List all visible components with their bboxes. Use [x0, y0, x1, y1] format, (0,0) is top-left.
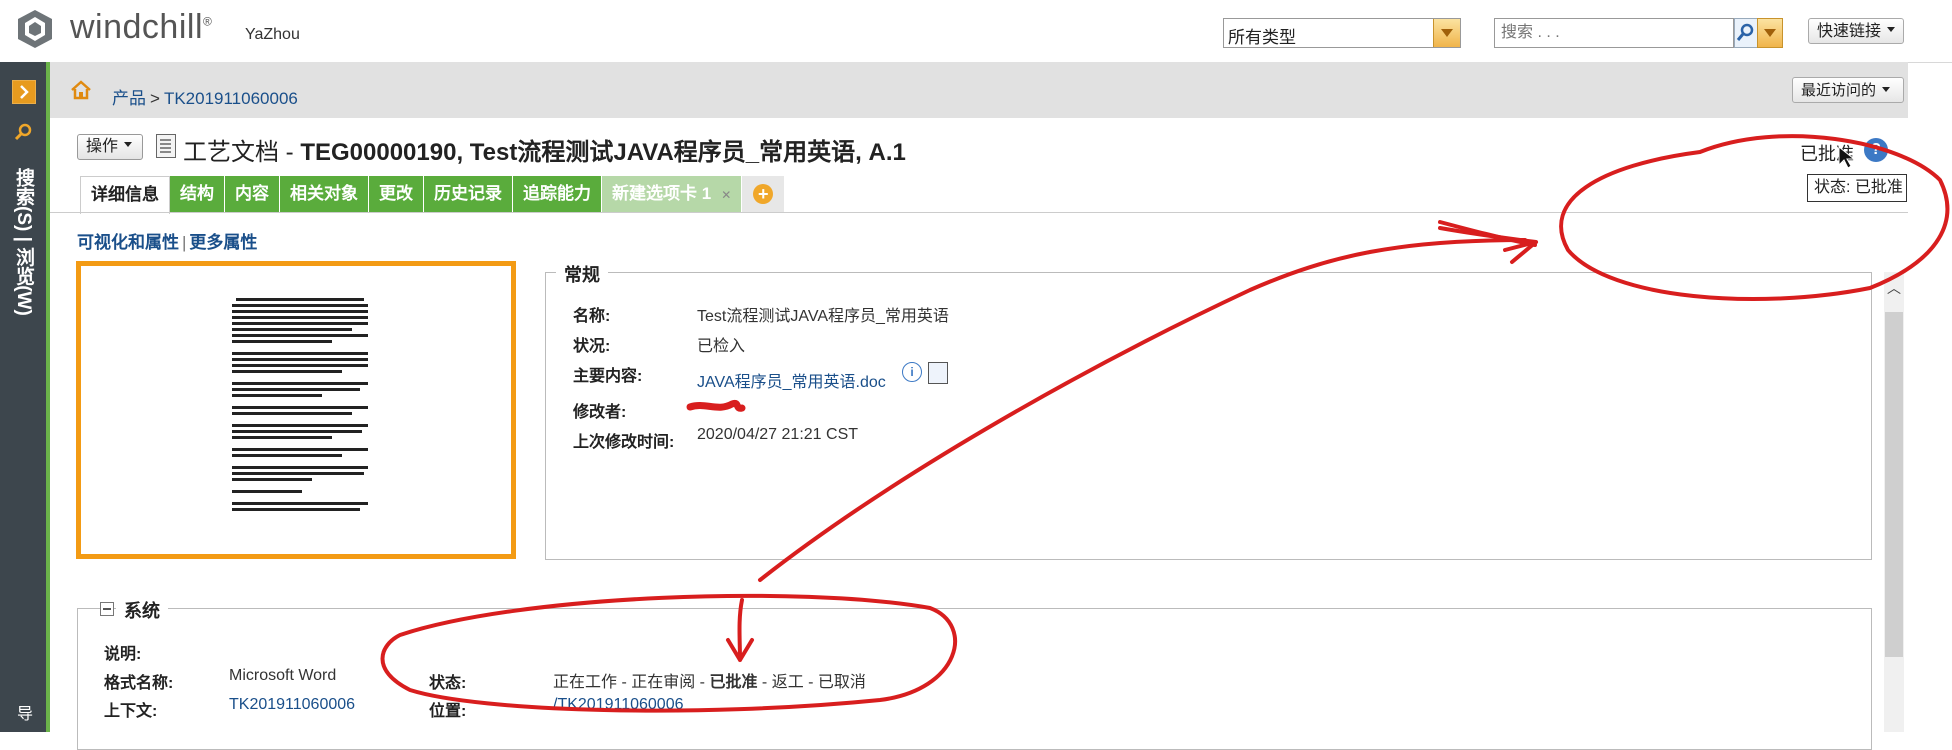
product-logo-text: windchill®	[70, 8, 213, 46]
search-type-select[interactable]: 所有类型	[1223, 18, 1461, 48]
help-icon[interactable]: ?	[1864, 138, 1888, 162]
navigator-bottom-label[interactable]: 导	[10, 705, 34, 721]
search-type-value: 所有类型	[1228, 28, 1296, 47]
description-label: 说明:	[104, 646, 142, 663]
more-attributes-link[interactable]: 更多属性	[189, 233, 257, 252]
add-tab-button[interactable]: +	[742, 176, 786, 212]
breadcrumb-context-link[interactable]: TK201911060006	[164, 89, 298, 108]
location-link[interactable]: /TK201911060006	[553, 696, 683, 714]
state-value: 已检入	[697, 338, 746, 355]
home-icon[interactable]	[70, 79, 92, 101]
tab-divider	[50, 212, 1908, 213]
navigator-tabs-label[interactable]: 搜索(S) | 浏览(W)	[6, 168, 40, 338]
actions-menu-button[interactable]: 操作	[77, 134, 143, 160]
tab-structure[interactable]: 结构	[170, 176, 225, 212]
context-link[interactable]: TK201911060006	[229, 696, 355, 714]
page-title: 工艺文档 - TEG00000190, Test流程测试JAVA程序员_常用英语…	[183, 139, 906, 166]
file-download-icon[interactable]	[928, 362, 948, 384]
tab-new-tab-1[interactable]: 新建选项卡 1 ✕	[602, 176, 743, 213]
search-button[interactable]	[1734, 18, 1758, 48]
context-label: 上下文:	[104, 703, 158, 720]
breadcrumb: 产品 > TK201911060006	[112, 84, 298, 109]
scroll-up-icon[interactable]: ︿	[1884, 278, 1904, 298]
document-thumbnail[interactable]	[76, 261, 516, 559]
system-attributes-group	[77, 608, 1872, 750]
left-navigator	[0, 62, 50, 732]
state-label: 状况:	[573, 338, 611, 355]
plus-icon: +	[753, 184, 774, 204]
collapse-icon[interactable]	[100, 602, 114, 616]
chevron-down-icon[interactable]	[1433, 19, 1460, 47]
expand-navigator-button[interactable]	[12, 80, 36, 104]
search-input[interactable]	[1495, 19, 1727, 47]
primary-content-link[interactable]: JAVA程序员_常用英语.doc	[697, 368, 886, 392]
windchill-logo-icon	[18, 10, 52, 48]
close-icon[interactable]: ✕	[721, 177, 731, 213]
general-legend: 常规	[556, 261, 608, 287]
caret-down-icon	[1887, 27, 1896, 36]
user-name[interactable]: YaZhou	[245, 26, 300, 44]
system-legend: 系统	[116, 597, 168, 623]
caret-down-icon	[124, 142, 133, 151]
tab-traceability[interactable]: 追踪能力	[513, 176, 602, 212]
info-icon[interactable]: i	[902, 362, 922, 382]
search-icon	[1736, 23, 1754, 41]
tab-content[interactable]: 内容	[225, 176, 280, 212]
quick-links-menu[interactable]: 快速链接	[1808, 18, 1904, 44]
search-icon[interactable]	[13, 122, 33, 142]
link-separator: |	[182, 233, 187, 252]
search-box[interactable]	[1494, 18, 1734, 48]
tab-details[interactable]: 详细信息	[80, 176, 170, 214]
tab-history[interactable]: 历史记录	[424, 176, 513, 212]
format-name-value: Microsoft Word	[229, 667, 337, 684]
lifecycle-state-label: 状态:	[429, 675, 467, 692]
modified-by-label: 修改者:	[573, 404, 627, 421]
caret-down-icon	[1882, 86, 1891, 96]
mouse-cursor-icon	[1838, 146, 1856, 169]
format-name-label: 格式名称:	[104, 675, 174, 692]
location-label: 位置:	[429, 703, 467, 720]
status-tooltip: 状态: 已批准	[1807, 174, 1907, 202]
annotation-arrow-head-right	[1438, 226, 1538, 264]
breadcrumb-separator: >	[150, 89, 160, 108]
annotation-tick	[1438, 220, 1537, 247]
recently-visited-menu[interactable]: 最近访问的	[1792, 77, 1904, 103]
document-preview-image	[232, 298, 368, 511]
lifecycle-state-path: 正在工作 - 正在审阅 - 已批准 - 返工 - 已取消	[553, 674, 866, 691]
tab-related-objects[interactable]: 相关对象	[280, 176, 369, 212]
primary-content-label: 主要内容:	[573, 368, 643, 385]
name-label: 名称:	[573, 308, 611, 325]
name-value: Test流程测试JAVA程序员_常用英语	[697, 308, 949, 325]
last-modified-label: 上次修改时间:	[573, 434, 675, 451]
current-state: 已批准	[709, 674, 758, 691]
arrow-right-icon	[20, 85, 29, 99]
breadcrumb-products-link[interactable]: 产品	[112, 89, 146, 108]
attribute-links: 可视化和属性 | 更多属性	[77, 228, 257, 253]
document-icon	[156, 134, 176, 158]
tab-changes[interactable]: 更改	[369, 176, 424, 212]
search-options-dropdown[interactable]	[1757, 18, 1783, 48]
visualization-attributes-link[interactable]: 可视化和属性	[77, 233, 179, 252]
breadcrumb-bar	[50, 62, 1908, 118]
last-modified-value: 2020/04/27 21:21 CST	[697, 426, 859, 443]
scrollbar-thumb[interactable]	[1885, 312, 1903, 657]
tab-bar: 详细信息 结构 内容 相关对象 更改 历史记录 追踪能力 新建选项卡 1 ✕ +	[80, 176, 786, 214]
